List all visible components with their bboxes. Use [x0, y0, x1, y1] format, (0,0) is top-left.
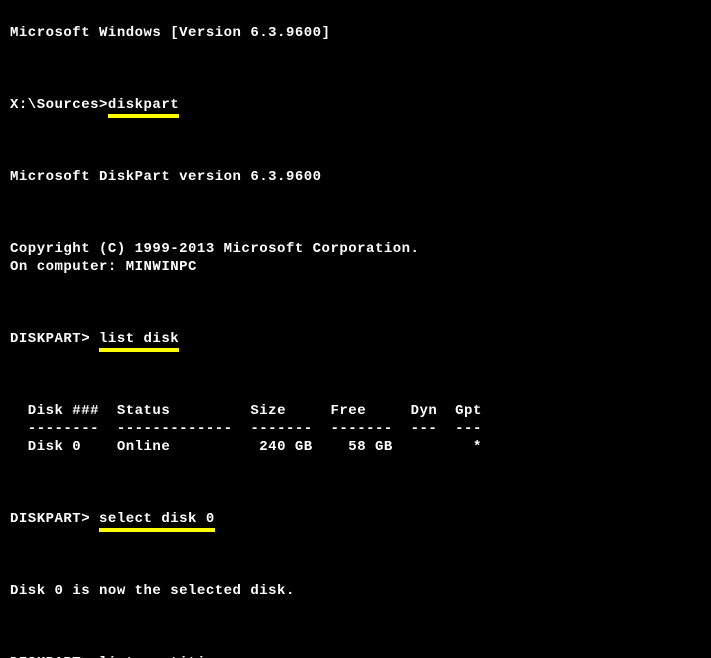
diskpart-prompt: DISKPART> — [10, 331, 99, 347]
msg-selected-disk: Disk 0 is now the selected disk. — [10, 583, 295, 599]
cmd-select-disk[interactable]: select disk 0 — [99, 511, 215, 532]
initial-prompt: X:\Sources> — [10, 97, 108, 113]
terminal-window: Microsoft Windows [Version 6.3.9600] X:\… — [0, 0, 711, 658]
disk-table-separator: -------- ------------- ------- ------- -… — [10, 421, 482, 437]
os-version-line: Microsoft Windows [Version 6.3.9600] — [10, 25, 330, 41]
cmd-list-disk[interactable]: list disk — [99, 331, 179, 352]
copyright-line: Copyright (C) 1999-2013 Microsoft Corpor… — [10, 241, 419, 257]
diskpart-version: Microsoft DiskPart version 6.3.9600 — [10, 169, 322, 185]
disk-table-row-0: Disk 0 Online 240 GB 58 GB * — [10, 439, 482, 455]
disk-table-header: Disk ### Status Size Free Dyn Gpt — [10, 403, 482, 419]
diskpart-prompt: DISKPART> — [10, 511, 99, 527]
cmd-diskpart[interactable]: diskpart — [108, 97, 179, 118]
on-computer-line: On computer: MINWINPC — [10, 259, 197, 275]
